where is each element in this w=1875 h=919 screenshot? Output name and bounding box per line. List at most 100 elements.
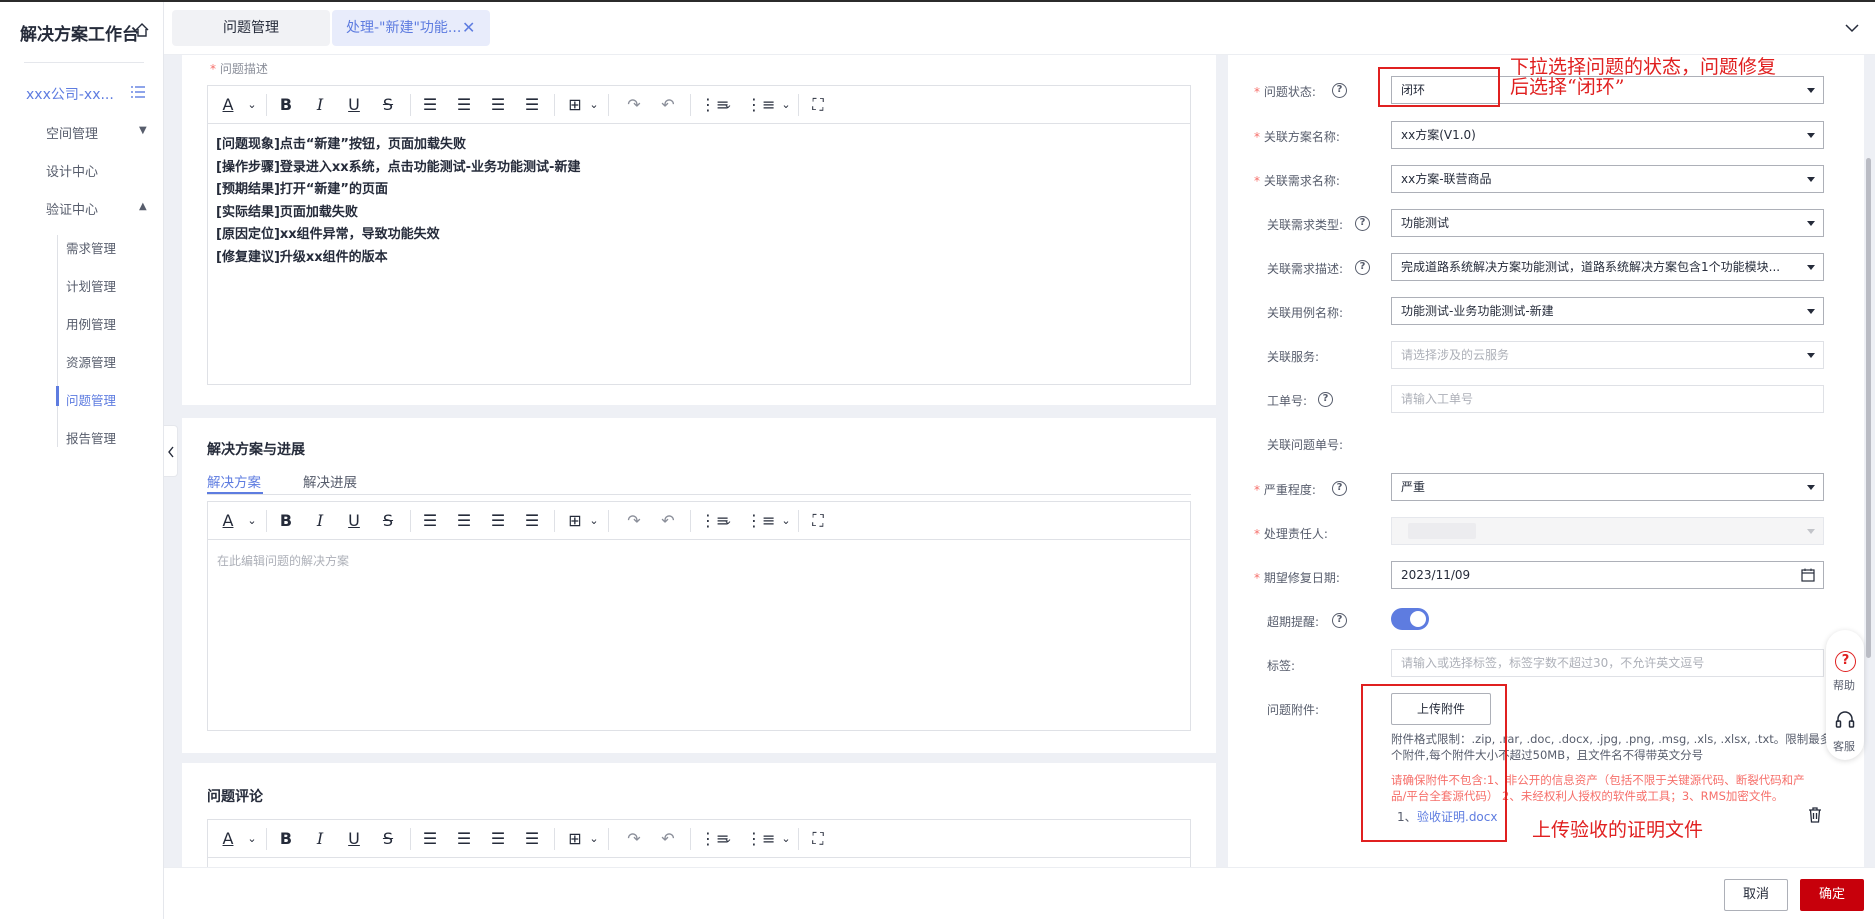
help-icon[interactable]: ? (1318, 392, 1333, 407)
overdue-toggle[interactable] (1391, 608, 1429, 630)
tab-issue-management[interactable]: 问题管理 (172, 10, 330, 46)
numbered-list-icon[interactable]: ⋮≡ (746, 94, 775, 116)
sidebar-collapse-button[interactable] (164, 425, 178, 477)
cancel-button[interactable]: 取消 (1724, 879, 1788, 911)
fullscreen-icon[interactable]: ⛶ (808, 94, 828, 116)
home-icon[interactable] (134, 22, 150, 38)
ticket-input[interactable]: 请输入工单号 (1391, 385, 1824, 413)
align-left-icon[interactable]: ☰ (420, 94, 440, 116)
strikethrough-icon[interactable]: S (378, 828, 398, 850)
undo-icon[interactable]: ↶ (658, 828, 678, 850)
dropdown-icon[interactable]: ⌄ (780, 828, 792, 850)
help-label[interactable]: 帮助 (1833, 677, 1855, 693)
sidebar-sub-requirement[interactable]: 需求管理 (66, 238, 116, 257)
align-left-icon[interactable]: ☰ (420, 828, 440, 850)
sidebar-item-space[interactable]: 空间管理 (46, 123, 98, 142)
font-color-icon[interactable]: A (218, 94, 238, 116)
fullscreen-icon[interactable]: ⛶ (808, 510, 828, 532)
bold-icon[interactable]: B (276, 510, 296, 532)
underline-icon[interactable]: U (344, 510, 364, 532)
tab-progress[interactable]: 解决进展 (303, 471, 357, 491)
align-justify-icon[interactable]: ☰ (522, 510, 542, 532)
solution-editor[interactable]: A ⌄ B I U S ☰ ☰ ☰ ☰ ⊞ ⌄ ↷ ↶ ⋮≡ ⌄ ⋮≡ ⌄ ⛶ … (207, 501, 1191, 731)
redo-icon[interactable]: ↷ (624, 94, 644, 116)
dropdown-icon[interactable]: ⌄ (246, 510, 258, 532)
align-right-icon[interactable]: ☰ (488, 510, 508, 532)
table-icon[interactable]: ⊞ (564, 94, 586, 116)
description-content[interactable]: [问题现象]点击“新建”按钮，页面加载失败 [操作步骤]登录进入xx系统，点击功… (216, 134, 580, 269)
italic-icon[interactable]: I (310, 94, 330, 116)
italic-icon[interactable]: I (310, 510, 330, 532)
align-right-icon[interactable]: ☰ (488, 94, 508, 116)
help-circle-icon[interactable]: ? (1835, 651, 1856, 672)
align-justify-icon[interactable]: ☰ (522, 828, 542, 850)
owner-select[interactable] (1391, 517, 1824, 545)
headset-icon[interactable] (1834, 710, 1856, 732)
underline-icon[interactable]: U (344, 94, 364, 116)
confirm-button[interactable]: 确定 (1800, 879, 1864, 911)
bullet-list-icon[interactable]: ⋮≡ (700, 94, 729, 116)
align-left-icon[interactable]: ☰ (420, 510, 440, 532)
case-name-select[interactable]: 功能测试-业务功能测试-新建 (1391, 297, 1824, 325)
dropdown-icon[interactable]: ⌄ (780, 510, 792, 532)
severity-select[interactable]: 严重 (1391, 473, 1824, 501)
font-color-icon[interactable]: A (218, 828, 238, 850)
comment-editor[interactable]: A ⌄ B I U S ☰ ☰ ☰ ☰ ⊞ ⌄ ↷ ↶ ⋮≡ ⌄ ⋮≡ ⌄ ⛶ (207, 819, 1191, 867)
requirement-name-select[interactable]: xx方案-联营商品 (1391, 165, 1824, 193)
service-label-float[interactable]: 客服 (1833, 738, 1855, 754)
align-right-icon[interactable]: ☰ (488, 828, 508, 850)
align-center-icon[interactable]: ☰ (454, 828, 474, 850)
sidebar-item-design[interactable]: 设计中心 (46, 161, 98, 180)
service-select[interactable]: 请选择涉及的云服务 (1391, 341, 1824, 369)
dropdown-icon[interactable]: ⌄ (246, 828, 258, 850)
table-icon[interactable]: ⊞ (564, 828, 586, 850)
font-color-icon[interactable]: A (218, 510, 238, 532)
due-date-picker[interactable]: 2023/11/09 (1391, 561, 1824, 589)
help-icon[interactable]: ? (1332, 481, 1347, 496)
scrollbar-thumb[interactable] (1866, 158, 1871, 658)
strikethrough-icon[interactable]: S (378, 510, 398, 532)
sidebar-sub-resource[interactable]: 资源管理 (66, 352, 116, 371)
project-selector[interactable]: xxx公司-xx... (26, 84, 114, 104)
tab-solution[interactable]: 解决方案 (207, 471, 261, 491)
underline-icon[interactable]: U (344, 828, 364, 850)
bullet-list-icon[interactable]: ⋮≡ (700, 828, 729, 850)
bold-icon[interactable]: B (276, 94, 296, 116)
description-editor[interactable]: A ⌄ B I U S ☰ ☰ ☰ ☰ ⊞ ⌄ ↷ ↶ ⋮≡ ⌄ ⋮≡ ⌄ ⛶ … (207, 85, 1191, 385)
chevron-down-icon[interactable] (1844, 20, 1860, 36)
italic-icon[interactable]: I (310, 828, 330, 850)
align-justify-icon[interactable]: ☰ (522, 94, 542, 116)
dropdown-icon[interactable]: ⌄ (722, 94, 734, 116)
list-icon[interactable] (130, 84, 146, 100)
align-center-icon[interactable]: ☰ (454, 510, 474, 532)
undo-icon[interactable]: ↶ (658, 94, 678, 116)
tags-input[interactable]: 请输入或选择标签，标签字数不超过30，不允许英文逗号 (1391, 649, 1824, 677)
dropdown-icon[interactable]: ⌄ (780, 94, 792, 116)
dropdown-icon[interactable]: ⌄ (588, 828, 600, 850)
delete-icon[interactable] (1808, 807, 1822, 823)
sidebar-sub-issue[interactable]: 问题管理 (66, 390, 116, 409)
help-icon[interactable]: ? (1332, 83, 1347, 98)
redo-icon[interactable]: ↷ (624, 828, 644, 850)
fullscreen-icon[interactable]: ⛶ (808, 828, 828, 850)
sidebar-sub-case[interactable]: 用例管理 (66, 314, 116, 333)
dropdown-icon[interactable]: ⌄ (246, 94, 258, 116)
sidebar-item-verify[interactable]: 验证中心 (46, 199, 98, 218)
numbered-list-icon[interactable]: ⋮≡ (746, 828, 775, 850)
dropdown-icon[interactable]: ⌄ (722, 828, 734, 850)
sidebar-sub-plan[interactable]: 计划管理 (66, 276, 116, 295)
redo-icon[interactable]: ↷ (624, 510, 644, 532)
bold-icon[interactable]: B (276, 828, 296, 850)
help-icon[interactable]: ? (1355, 216, 1370, 231)
undo-icon[interactable]: ↶ (658, 510, 678, 532)
sidebar-sub-report[interactable]: 报告管理 (66, 428, 116, 447)
dropdown-icon[interactable]: ⌄ (722, 510, 734, 532)
bullet-list-icon[interactable]: ⋮≡ (700, 510, 729, 532)
strikethrough-icon[interactable]: S (378, 94, 398, 116)
dropdown-icon[interactable]: ⌄ (588, 510, 600, 532)
align-center-icon[interactable]: ☰ (454, 94, 474, 116)
table-icon[interactable]: ⊞ (564, 510, 586, 532)
help-icon[interactable]: ? (1332, 613, 1347, 628)
close-icon[interactable]: ✕ (462, 18, 478, 38)
numbered-list-icon[interactable]: ⋮≡ (746, 510, 775, 532)
